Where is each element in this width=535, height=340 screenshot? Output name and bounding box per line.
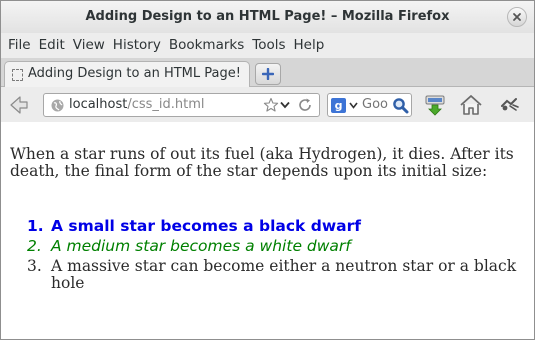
plus-icon [262, 68, 274, 80]
url-text: localhost/css_id.html [69, 97, 205, 112]
navigation-bar: localhost/css_id.html g [1, 87, 534, 123]
star-fate-list: 1. A small star becomes a black dwarf 2.… [1, 218, 521, 292]
url-host: localhost [69, 97, 128, 112]
list-item-text: A small star becomes a black dwarf [51, 217, 361, 235]
close-icon [513, 13, 521, 21]
list-item-text: A medium star becomes a white dwarf [51, 237, 351, 255]
back-button[interactable] [5, 93, 31, 117]
window-title: Adding Design to an HTML Page! – Mozilla… [85, 9, 450, 24]
extension-icon [501, 98, 519, 111]
reload-icon[interactable] [297, 97, 313, 113]
search-icon[interactable] [392, 97, 409, 114]
star-icon[interactable] [263, 97, 279, 113]
tab-active[interactable]: Adding Design to an HTML Page! [4, 61, 250, 87]
menu-help[interactable]: Help [291, 33, 330, 58]
menu-view[interactable]: View [70, 33, 110, 58]
url-bar[interactable]: localhost/css_id.html [43, 93, 320, 117]
tab-bar: Adding Design to an HTML Page! [1, 58, 534, 87]
google-icon[interactable]: g [331, 98, 346, 113]
url-path: /css_id.html [127, 97, 205, 112]
menu-history[interactable]: History [110, 33, 166, 58]
menu-tools[interactable]: Tools [249, 33, 290, 58]
page-icon [12, 69, 23, 81]
downloads-button[interactable] [421, 93, 449, 117]
menu-file[interactable]: File [5, 33, 36, 58]
browser-window: Adding Design to an HTML Page! – Mozilla… [0, 0, 535, 340]
globe-icon [51, 99, 64, 112]
search-input[interactable] [362, 97, 392, 112]
list-item: 3. A massive star can become either a ne… [1, 258, 521, 292]
intro-paragraph: When a star runs of out its fuel (aka Hy… [10, 145, 514, 180]
close-button[interactable] [507, 7, 527, 27]
list-number: 2. [27, 237, 42, 255]
home-button[interactable] [457, 93, 485, 117]
list-item: 1. A small star becomes a black dwarf [1, 218, 521, 235]
menu-bar: File Edit View History Bookmarks Tools H… [1, 33, 534, 58]
new-tab-button[interactable] [255, 63, 281, 85]
menu-bookmarks[interactable]: Bookmarks [166, 33, 249, 58]
list-number: 1. [27, 217, 44, 235]
home-icon [460, 95, 482, 115]
search-bar[interactable]: g [327, 93, 412, 117]
list-item-text: A massive star can become either a neutr… [51, 257, 517, 292]
download-icon [425, 95, 445, 116]
extension-button[interactable] [495, 93, 523, 117]
list-number: 3. [27, 257, 42, 275]
title-bar: Adding Design to an HTML Page! – Mozilla… [1, 1, 534, 33]
menu-edit[interactable]: Edit [36, 33, 70, 58]
tab-label: Adding Design to an HTML Page! [28, 66, 241, 81]
chevron-down-icon[interactable] [280, 101, 290, 109]
chevron-down-icon[interactable] [349, 102, 358, 109]
back-arrow-icon [10, 96, 28, 114]
list-item: 2. A medium star becomes a white dwarf [1, 238, 521, 255]
page-content: When a star runs of out its fuel (aka Hy… [1, 122, 534, 339]
